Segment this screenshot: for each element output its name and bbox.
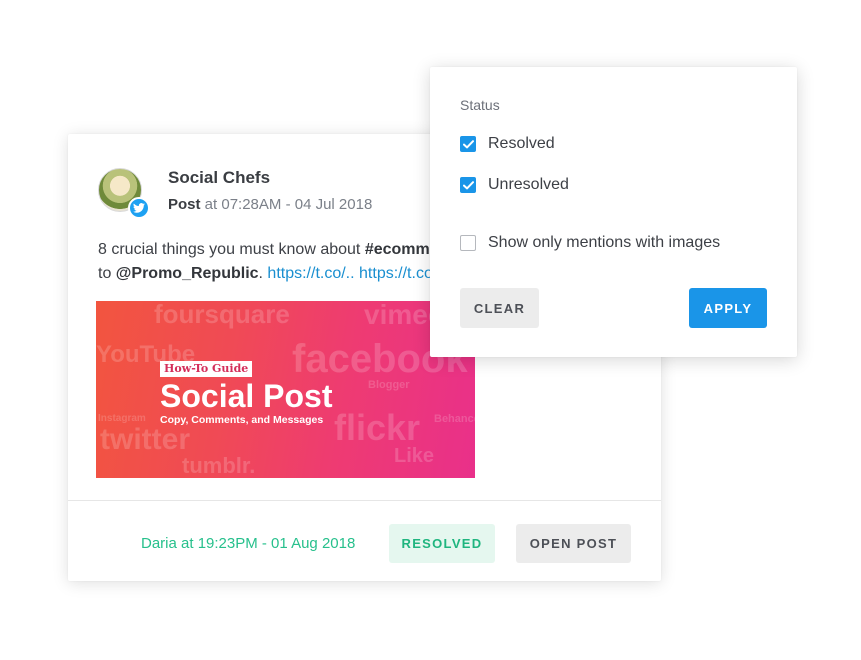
bg-word: foursquare (154, 301, 290, 329)
image-subtitle: Copy, Comments, and Messages (160, 414, 324, 426)
clear-button[interactable]: CLEAR (460, 288, 539, 328)
bg-word: Blogger (368, 379, 410, 391)
status-filter-popup: Status Resolved Unresolved Show only men… (430, 67, 797, 357)
option-label: Resolved (488, 135, 555, 152)
author-name[interactable]: Social Chefs (168, 168, 270, 188)
bg-word: Behance (434, 413, 475, 425)
filter-option-images-only[interactable]: Show only mentions with images (460, 233, 720, 253)
post-timestamp: at 07:28AM - 04 Jul 2018 (200, 196, 373, 213)
card-divider (68, 500, 661, 501)
filter-title: Status (460, 97, 500, 113)
option-label: Unresolved (488, 176, 569, 193)
twitter-icon (128, 197, 150, 219)
bg-word: tumblr. (182, 453, 256, 478)
text-part: to (98, 265, 116, 282)
stage: Social Chefs Post at 07:28AM - 04 Jul 20… (0, 0, 861, 660)
url-link[interactable]: https://t.co (359, 265, 433, 282)
option-label: Show only mentions with images (488, 234, 721, 251)
filter-option-unresolved[interactable]: Unresolved (460, 175, 569, 195)
mention-link[interactable]: @Promo_Republic (116, 265, 259, 282)
checkbox-checked-icon[interactable] (460, 177, 476, 193)
author-avatar[interactable] (98, 168, 150, 219)
resolved-button[interactable]: RESOLVED (389, 524, 495, 563)
checkbox-checked-icon[interactable] (460, 136, 476, 152)
text-part: 8 crucial things you must know about (98, 241, 365, 258)
post-meta: Post at 07:28AM - 04 Jul 2018 (168, 196, 372, 213)
post-image[interactable]: foursquare YouTube facebook vimeo flickr… (96, 301, 475, 478)
filter-option-resolved[interactable]: Resolved (460, 134, 555, 154)
checkbox-unchecked-icon[interactable] (460, 235, 476, 251)
post-kind: Post (168, 196, 201, 213)
bg-word: twitter (100, 423, 190, 456)
bg-word: flickr (334, 407, 421, 448)
url-link[interactable]: https://t.co/.. (267, 265, 354, 282)
image-title: Social Post (160, 378, 333, 414)
bg-word: Instagram (98, 413, 146, 424)
hashtag-link[interactable]: #ecomm (365, 241, 430, 258)
apply-button[interactable]: APPLY (689, 288, 767, 328)
open-post-button[interactable]: OPEN POST (516, 524, 631, 563)
image-title-block: How-To Guide Social Post Copy, Comments,… (160, 359, 333, 426)
image-tag: How-To Guide (160, 361, 253, 377)
resolver-note: Daria at 19:23PM - 01 Aug 2018 (141, 535, 356, 552)
bg-word: Like (394, 445, 435, 467)
